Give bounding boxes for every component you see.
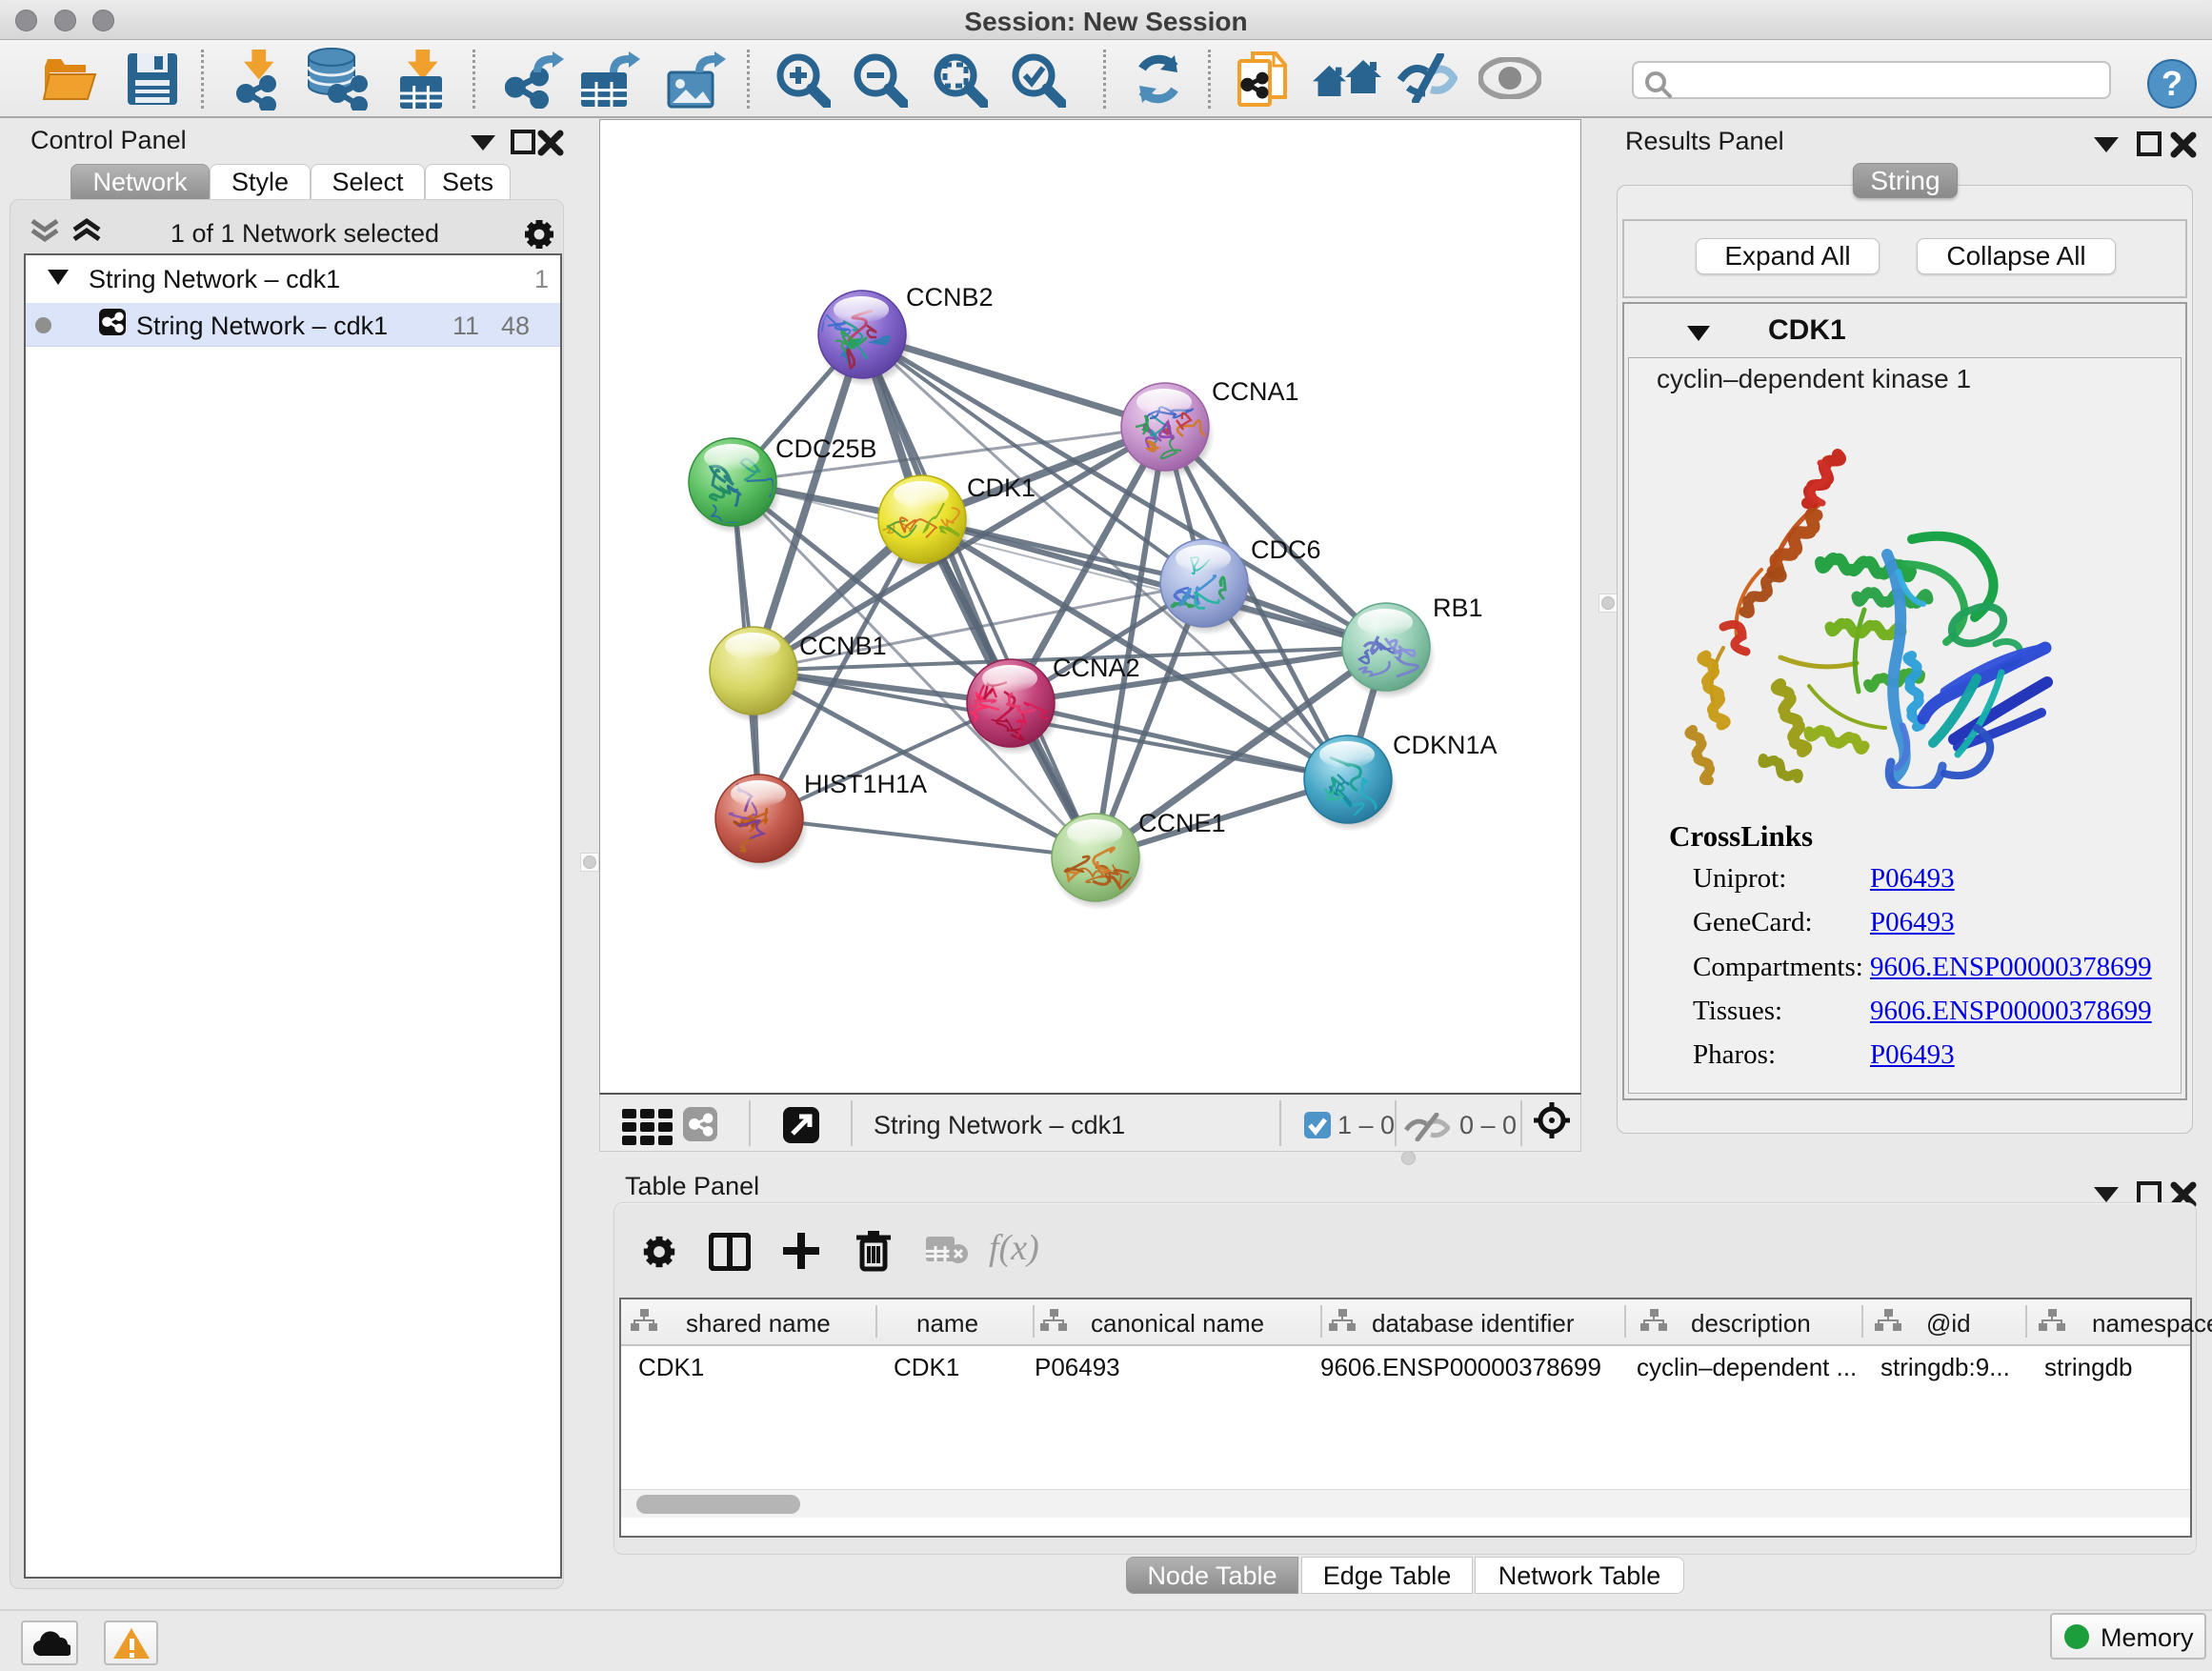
svg-text:CCNA1: CCNA1 bbox=[1212, 377, 1299, 406]
svg-text:CDK1: CDK1 bbox=[967, 473, 1036, 502]
svg-text:RB1: RB1 bbox=[1433, 594, 1483, 622]
svg-text:CDC25B: CDC25B bbox=[775, 434, 877, 463]
svg-text:?: ? bbox=[2162, 64, 2182, 103]
svg-text:CDKN1A: CDKN1A bbox=[1393, 731, 1498, 759]
svg-text:CDC6: CDC6 bbox=[1251, 535, 1321, 564]
svg-text:CCNB1: CCNB1 bbox=[799, 632, 887, 660]
svg-text:CCNB2: CCNB2 bbox=[906, 283, 994, 312]
svg-text:CCNA2: CCNA2 bbox=[1053, 654, 1140, 682]
svg-text:HIST1H1A: HIST1H1A bbox=[804, 770, 927, 798]
svg-text:CCNE1: CCNE1 bbox=[1138, 809, 1226, 837]
